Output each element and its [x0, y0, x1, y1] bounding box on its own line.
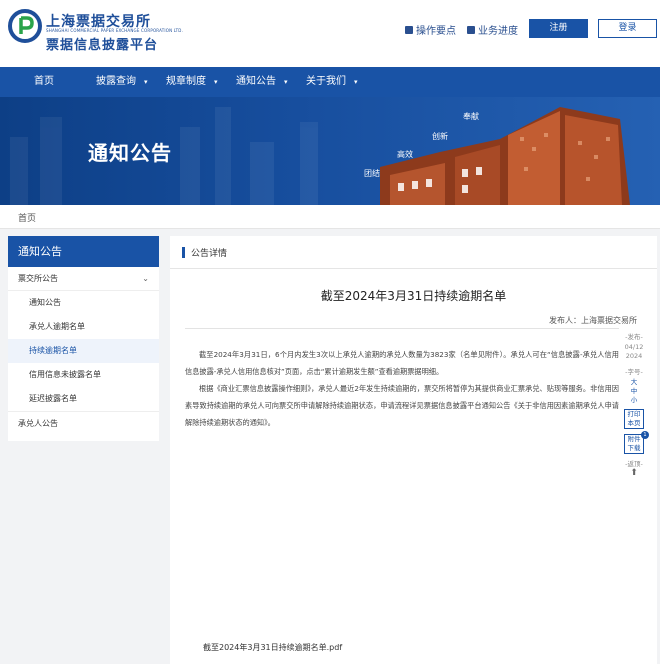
chevron-down-icon: ⌄ [142, 274, 149, 283]
publish-date: 04/12 [624, 343, 644, 351]
caret-down-icon: ▾ [214, 78, 218, 86]
section-header: 公告详情 [170, 236, 657, 269]
sidebar-item-continuous-overdue[interactable]: 持续逾期名单 [8, 339, 159, 363]
login-button[interactable]: 登录 [598, 19, 657, 38]
article-publisher: 发布人：上海票据交易所 [549, 316, 637, 325]
breadcrumb-home[interactable]: 首页 [18, 211, 36, 224]
banner-tag: 团结 [364, 169, 380, 178]
sidebar-title: 通知公告 [8, 236, 159, 267]
font-large-button[interactable]: 大 [620, 378, 648, 387]
logo-english: SHANGHAI COMMERCIAL PAPER EXCHANGE CORPO… [46, 28, 184, 33]
caret-down-icon: ▾ [354, 78, 358, 86]
sidebar-item-undisclosed-list[interactable]: 信用信息未披露名单 [8, 363, 159, 387]
site-header: 上海票据交易所 SHANGHAI COMMERCIAL PAPER EXCHAN… [0, 0, 660, 67]
attachment-link[interactable]: 截至2024年3月31日持续逾期名单.pdf [203, 642, 342, 653]
nav-about[interactable]: 关于我们 ▾ [306, 67, 358, 97]
book-icon [405, 25, 413, 34]
banner-title: 通知公告 [88, 141, 172, 165]
banner-tag: 高效 [397, 150, 413, 159]
nav-rules[interactable]: 规章制度 ▾ [166, 67, 218, 97]
arrow-up-icon[interactable]: ⬆ [620, 469, 648, 478]
clipboard-icon [467, 25, 475, 34]
register-button[interactable]: 注册 [529, 19, 588, 38]
article-title: 截至2024年3月31日持续逾期名单 [320, 289, 507, 303]
nav-notices[interactable]: 通知公告 ▾ [236, 67, 288, 97]
section-accent [182, 247, 185, 258]
font-small-button[interactable]: 小 [620, 396, 648, 405]
sidebar: 通知公告 票交所公告 ⌄ 通知公告 承兑人逾期名单 持续逾期名单 信用信息未披露… [8, 236, 159, 441]
sidebar-item-notices[interactable]: 通知公告 [8, 291, 159, 315]
font-size-label: -字号- [625, 368, 643, 376]
sidebar-item-acceptor-notices[interactable]: 承兑人公告 [8, 411, 159, 435]
caret-down-icon: ▾ [284, 78, 288, 86]
divider [185, 328, 619, 329]
publish-year: 2024 [625, 352, 643, 360]
page-banner: 通知公告 团结 高效 创新 奉献 [0, 97, 660, 205]
section-title: 公告详情 [191, 249, 228, 259]
article-body: 截至2024年3月31日，6个月内发生3次以上承兑人逾期的承兑人数量为3823家… [185, 346, 619, 431]
banner-tag: 创新 [432, 132, 448, 141]
publish-label: -发布- [625, 333, 643, 341]
caret-down-icon: ▾ [144, 78, 148, 86]
ops-guide-link[interactable]: 操作要点 [405, 22, 456, 37]
font-medium-button[interactable]: 中 [620, 387, 648, 396]
logo-mark-icon [8, 9, 42, 43]
progress-link[interactable]: 业务进度 [467, 22, 518, 37]
banner-tag: 奉献 [463, 112, 479, 121]
logo-subtitle: 票据信息披露平台 [46, 38, 159, 53]
article-paragraph: 根据《商业汇票信息披露操作细则》，承兑人最近2年发生持续逾期的，票交所将暂停为其… [185, 384, 619, 427]
article-paragraph: 截至2024年3月31日，6个月内发生3次以上承兑人逾期的承兑人数量为3823家… [185, 350, 619, 376]
site-logo[interactable]: 上海票据交易所 SHANGHAI COMMERCIAL PAPER EXCHAN… [8, 9, 183, 53]
nav-home[interactable]: 首页 [34, 67, 54, 97]
attachment-count-badge: 1 [641, 431, 649, 439]
main-nav: 首页 披露查询 ▾ 规章制度 ▾ 通知公告 ▾ 关于我们 ▾ [0, 67, 660, 97]
sidebar-item-exchange-notices[interactable]: 票交所公告 ⌄ [8, 267, 159, 291]
nav-disclosure[interactable]: 披露查询 ▾ [96, 67, 148, 97]
breadcrumb: 首页 [0, 205, 660, 229]
sidebar-item-overdue-list[interactable]: 承兑人逾期名单 [8, 315, 159, 339]
article-panel: 公告详情 截至2024年3月31日持续逾期名单 发布人：上海票据交易所 截至20… [170, 236, 657, 664]
sidebar-item-delayed-list[interactable]: 延迟披露名单 [8, 387, 159, 411]
print-button[interactable]: 打印 本页 [624, 409, 644, 429]
